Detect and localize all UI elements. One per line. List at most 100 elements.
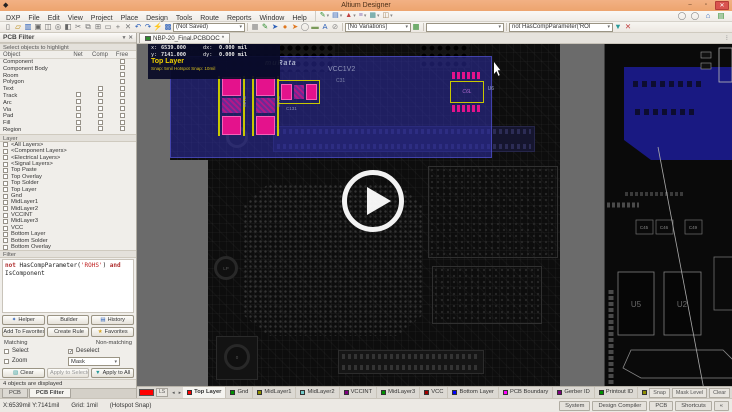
- string-icon[interactable]: A: [320, 22, 330, 32]
- favorites-button[interactable]: ★ Favorites: [91, 327, 135, 337]
- deselect-checkbox[interactable]: ✓: [68, 348, 73, 354]
- assembly-view-pane[interactable]: C45 C46 C49 U5 U2: [604, 44, 732, 386]
- capacitor-c131[interactable]: [278, 80, 320, 104]
- free-checkbox[interactable]: [119, 106, 125, 112]
- open-icon[interactable]: ▱: [13, 22, 23, 32]
- layer-checkbox[interactable]: [3, 155, 8, 161]
- layer-tab[interactable]: Printout ID: [595, 387, 639, 398]
- layer-checkbox[interactable]: [3, 244, 8, 250]
- free-checkbox[interactable]: [119, 58, 125, 64]
- layer-tab[interactable]: MidLayer1: [253, 387, 297, 398]
- save-icon[interactable]: ▥: [23, 22, 33, 32]
- undo-icon[interactable]: ↶: [133, 22, 143, 32]
- panel-launcher-button[interactable]: System: [559, 400, 591, 411]
- cross-probe-icon[interactable]: ➤: [270, 22, 280, 32]
- layer-tab[interactable]: VCCINT: [340, 387, 378, 398]
- select-checkbox[interactable]: [4, 348, 9, 354]
- grid-dropdown-icon[interactable]: ▦ ▾: [369, 11, 379, 21]
- interactive-route-icon[interactable]: ✎: [260, 22, 270, 32]
- layer-tab[interactable]: PCB Boundary: [499, 387, 554, 398]
- layer-tab[interactable]: Bottom Layer: [448, 387, 499, 398]
- paste-icon[interactable]: ⊞: [93, 22, 103, 32]
- placement-dropdown-icon[interactable]: ▤ ▾: [332, 11, 342, 21]
- layer-checkbox[interactable]: [3, 161, 8, 167]
- new-icon[interactable]: ▯: [3, 22, 13, 32]
- menu-item[interactable]: Design: [142, 15, 172, 22]
- comp-checkbox[interactable]: [97, 126, 103, 132]
- filter-apply-icon[interactable]: ▼: [613, 22, 623, 32]
- layer-checkbox[interactable]: [3, 180, 8, 186]
- cut-icon[interactable]: ✂: [73, 22, 83, 32]
- panel-launcher-button[interactable]: Design Compiler: [592, 400, 648, 411]
- helper-button[interactable]: ✦ Helper: [2, 315, 45, 325]
- highlight-icon[interactable]: ●: [280, 22, 290, 32]
- layer-checkbox[interactable]: [3, 225, 8, 231]
- create-rule-button[interactable]: Create Rule: [46, 327, 90, 337]
- comp-checkbox[interactable]: [97, 92, 103, 98]
- apply-to-all-button[interactable]: ▼ Apply to All: [91, 368, 135, 378]
- layer-tab[interactable]: Top Layer: [183, 387, 227, 398]
- panel-launcher-button[interactable]: PCB: [649, 400, 674, 411]
- align-dropdown-icon[interactable]: ≡ ▾: [359, 11, 367, 21]
- capacitor-c130[interactable]: C130: [218, 76, 247, 136]
- snap-grid-icon[interactable]: ▦: [250, 22, 260, 32]
- board-insight-icon[interactable]: ▦: [411, 22, 421, 32]
- copy-icon[interactable]: ⧉: [83, 22, 93, 32]
- mask-icon[interactable]: ▩: [163, 22, 173, 32]
- comp-checkbox[interactable]: [97, 85, 103, 91]
- filter-clear-icon[interactable]: ✕: [623, 22, 633, 32]
- free-checkbox[interactable]: [119, 112, 125, 118]
- menu-item[interactable]: Place: [117, 15, 143, 22]
- layer-checkbox[interactable]: [3, 219, 8, 225]
- print-preview-icon[interactable]: ◫: [43, 22, 53, 32]
- redo-icon[interactable]: ↷: [143, 22, 153, 32]
- tab-overflow-grip-icon[interactable]: ⁝: [726, 34, 730, 42]
- comp-checkbox[interactable]: [97, 99, 103, 105]
- comp-checkbox[interactable]: [97, 119, 103, 125]
- document-tab[interactable]: NBP-20_Final.PCBDOC *: [139, 33, 231, 43]
- free-checkbox[interactable]: [119, 85, 125, 91]
- minimize-button[interactable]: –: [683, 1, 697, 10]
- menu-item[interactable]: View: [64, 15, 87, 22]
- menu-item[interactable]: DXP: [2, 15, 24, 22]
- net-checkbox[interactable]: [75, 119, 81, 125]
- zoom-area-icon[interactable]: ◧: [63, 22, 73, 32]
- room-dropdown-icon[interactable]: ◫ ▾: [383, 11, 393, 21]
- heal-icon[interactable]: ⚡: [153, 22, 163, 32]
- builder-button[interactable]: Builder: [46, 315, 90, 325]
- variations-combo[interactable]: [No Variations] ▾: [345, 22, 411, 32]
- layer-tab[interactable]: Gerber ID: [553, 387, 595, 398]
- layer-checkbox[interactable]: [3, 238, 8, 244]
- layer-tab[interactable]: VCC: [420, 387, 449, 398]
- mask-dropdown[interactable]: Mask ▾: [68, 357, 120, 366]
- free-checkbox[interactable]: [119, 78, 125, 84]
- free-checkbox[interactable]: [119, 65, 125, 71]
- clear-selection-icon[interactable]: ✕: [123, 22, 133, 32]
- layer-sets-button[interactable]: LS: [156, 388, 169, 397]
- layer-checkbox[interactable]: [3, 206, 8, 212]
- net-checkbox[interactable]: [75, 126, 81, 132]
- menu-item[interactable]: Help: [288, 15, 310, 22]
- layer-checkbox[interactable]: [3, 148, 8, 154]
- history-button[interactable]: ▤ History: [91, 315, 135, 325]
- layer-checkbox[interactable]: [3, 212, 8, 218]
- comp-checkbox[interactable]: [97, 106, 103, 112]
- menu-item[interactable]: Reports: [223, 15, 256, 22]
- layer-bar-button[interactable]: Snap: [649, 387, 670, 398]
- select-area-icon[interactable]: ▭: [103, 22, 113, 32]
- add-to-favorites-button[interactable]: Add To Favorites: [2, 327, 45, 337]
- capacitor-c129[interactable]: C129: [252, 76, 281, 136]
- doc-state-combo[interactable]: (Not Saved) ▾: [173, 22, 245, 32]
- menu-item[interactable]: Project: [87, 15, 117, 22]
- zoom-fit-icon[interactable]: ◎: [53, 22, 63, 32]
- pcb-editor-canvas[interactable]: estPinestPinestPin muRata VCC1V2 C31 C13…: [137, 44, 732, 386]
- layer-tab[interactable]: Dimensions: [638, 387, 648, 398]
- layer-checkbox[interactable]: [3, 187, 8, 193]
- menu-item[interactable]: Window: [255, 15, 288, 22]
- panel-menu-icon[interactable]: ▾: [123, 35, 126, 41]
- clearance-icon[interactable]: ◯: [300, 22, 310, 32]
- layer-tab[interactable]: MidLayer3: [377, 387, 421, 398]
- layer-tab[interactable]: MidLayer2: [296, 387, 340, 398]
- free-checkbox[interactable]: [119, 72, 125, 78]
- knowledge-center-icon[interactable]: ▤: [716, 11, 726, 21]
